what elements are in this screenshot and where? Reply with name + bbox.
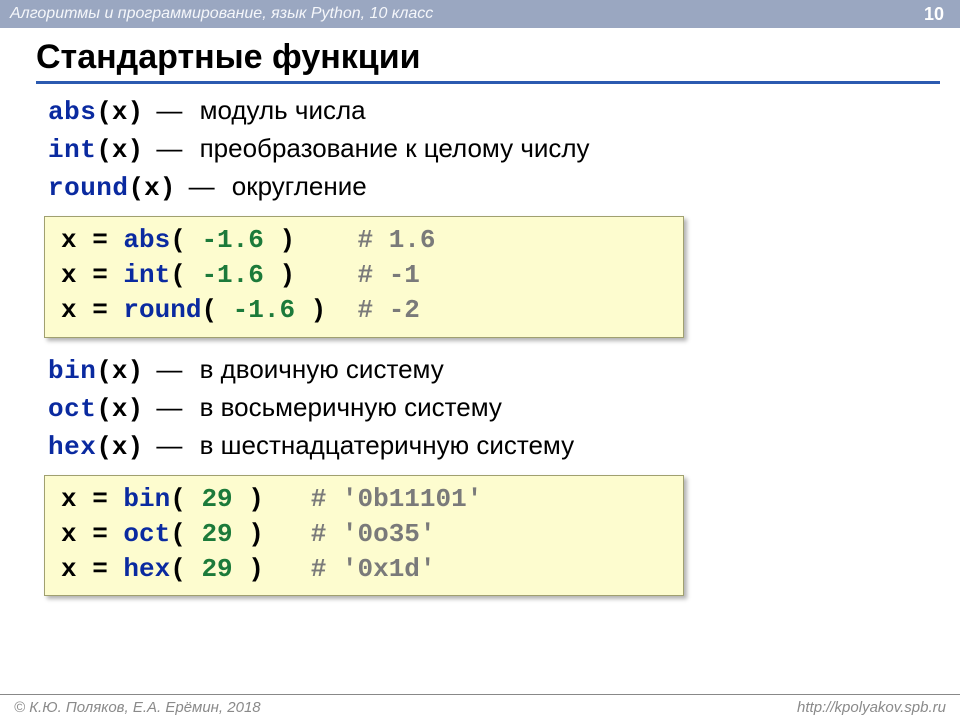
- def-row: int(x) — преобразование к целому числу: [48, 131, 936, 168]
- func-desc: в двоичную систему: [200, 354, 444, 384]
- func-name: int: [48, 135, 96, 165]
- func-desc: преобразование к целому числу: [200, 133, 590, 163]
- footer: © К.Ю. Поляков, Е.А. Ерёмин, 2018 http:/…: [0, 694, 960, 720]
- breadcrumb: Алгоритмы и программирование, язык Pytho…: [10, 5, 433, 23]
- func-arg: (x): [96, 135, 143, 165]
- page-title: Стандартные функции: [36, 38, 940, 84]
- func-name: hex: [48, 432, 96, 462]
- dash: —: [156, 95, 182, 125]
- func-desc: в восьмеричную систему: [200, 392, 502, 422]
- func-arg: (x): [96, 356, 143, 386]
- func-name: abs: [48, 97, 96, 127]
- copyright: © К.Ю. Поляков, Е.А. Ерёмин, 2018: [14, 699, 261, 716]
- dash: —: [156, 392, 182, 422]
- code-line: x = oct( 29 ) # '0o35': [61, 517, 667, 552]
- func-desc: модуль числа: [200, 95, 366, 125]
- code-line: x = abs( -1.6 ) # 1.6: [61, 223, 667, 258]
- code-block-2: x = bin( 29 ) # '0b11101' x = oct( 29 ) …: [44, 475, 684, 596]
- page-number: 10: [924, 4, 944, 25]
- def-row: abs(x) — модуль числа: [48, 93, 936, 130]
- dash: —: [189, 171, 215, 201]
- def-row: oct(x) — в восьмеричную систему: [48, 390, 936, 427]
- def-row: round(x) — округление: [48, 169, 936, 206]
- dash: —: [156, 354, 182, 384]
- source-url: http://kpolyakov.spb.ru: [797, 699, 946, 716]
- func-arg: (x): [129, 173, 176, 203]
- dash: —: [156, 430, 182, 460]
- func-desc: округление: [232, 171, 367, 201]
- def-row: bin(x) — в двоичную систему: [48, 352, 936, 389]
- code-line: x = hex( 29 ) # '0x1d': [61, 552, 667, 587]
- content: abs(x) — модуль числа int(x) — преобразо…: [0, 84, 960, 596]
- header-bar: Алгоритмы и программирование, язык Pytho…: [0, 0, 960, 28]
- func-arg: (x): [96, 394, 143, 424]
- func-desc: в шестнадцатеричную систему: [200, 430, 575, 460]
- code-line: x = round( -1.6 ) # -2: [61, 293, 667, 328]
- func-arg: (x): [96, 432, 143, 462]
- dash: —: [156, 133, 182, 163]
- code-line: x = bin( 29 ) # '0b11101': [61, 482, 667, 517]
- func-arg: (x): [96, 97, 143, 127]
- func-name: bin: [48, 356, 96, 386]
- code-block-1: x = abs( -1.6 ) # 1.6 x = int( -1.6 ) # …: [44, 216, 684, 337]
- code-line: x = int( -1.6 ) # -1: [61, 258, 667, 293]
- func-name: oct: [48, 394, 96, 424]
- func-name: round: [48, 173, 129, 203]
- def-row: hex(x) — в шестнадцатеричную систему: [48, 428, 936, 465]
